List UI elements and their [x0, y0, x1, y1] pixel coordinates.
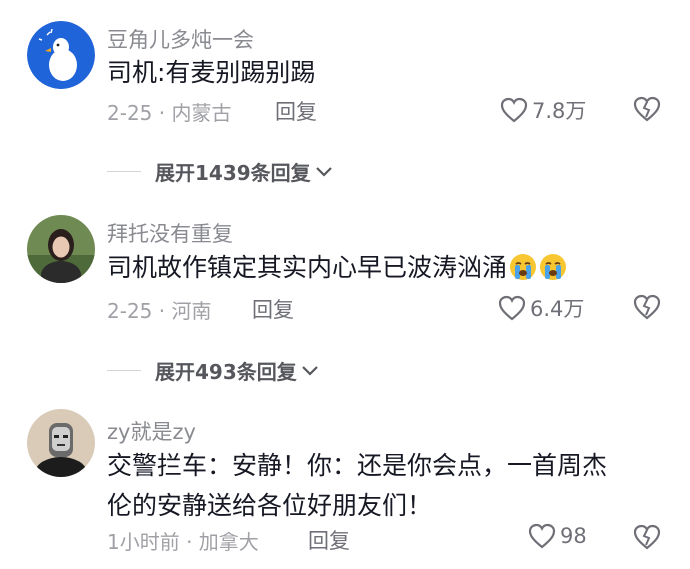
expand-replies-button[interactable]: 展开493条回复: [107, 356, 319, 385]
comment-text-line: 交警拦车：安静！你：还是你会点，一首周杰: [107, 451, 608, 480]
comment-meta: 1小时前 · 加拿大: [107, 530, 259, 554]
crying-face-icon: [540, 254, 567, 280]
expand-replies-button[interactable]: 展开1439条回复: [107, 157, 333, 186]
masked-figure-avatar-icon: [27, 409, 95, 477]
heart-icon: [528, 523, 556, 549]
heart-icon: [498, 295, 526, 321]
heart-icon: [500, 97, 528, 123]
comment-text: 交警拦车：安静！你：还是你会点，一首周杰 伦的安静送给各位好朋友们！: [107, 446, 647, 526]
divider-line: [107, 171, 141, 172]
expand-replies-label: 展开1439条回复: [155, 161, 311, 185]
comment-text: 司机故作镇定其实内心早已波涛汹涌: [107, 248, 647, 288]
comment-text-content: 司机故作镇定其实内心早已波涛汹涌: [107, 253, 508, 282]
comment-text-line: 伦的安静送给各位好朋友们！: [107, 491, 433, 520]
avatar[interactable]: [27, 215, 95, 283]
divider-line: [107, 370, 141, 371]
broken-heart-icon[interactable]: [632, 523, 662, 551]
broken-heart-icon[interactable]: [632, 95, 662, 123]
expand-replies-label: 展开493条回复: [155, 360, 297, 384]
like-button[interactable]: 7.8万: [500, 95, 586, 125]
broken-heart-icon[interactable]: [632, 293, 662, 321]
reply-button[interactable]: 回复: [252, 294, 294, 324]
comment-author[interactable]: 拜托没有重复: [107, 218, 233, 248]
avatar[interactable]: [27, 409, 95, 477]
reply-button[interactable]: 回复: [275, 96, 317, 126]
like-count: 98: [560, 524, 587, 548]
comment-meta: 2-25 · 内蒙古: [107, 101, 232, 125]
crying-face-icon: [510, 254, 537, 280]
comment-meta: 2-25 · 河南: [107, 299, 212, 323]
avatar[interactable]: [27, 21, 95, 89]
comment-text: 司机:有麦别踢别踢: [107, 58, 316, 87]
like-count: 7.8万: [532, 99, 587, 123]
reply-button[interactable]: 回复: [308, 525, 350, 555]
user-photo-avatar-icon: [27, 215, 95, 283]
like-count: 6.4万: [530, 297, 585, 321]
comment-author[interactable]: zy就是zy: [107, 416, 196, 446]
comment-author[interactable]: 豆角儿多炖一会: [107, 24, 254, 54]
like-button[interactable]: 6.4万: [498, 293, 584, 323]
goose-avatar-icon: [27, 21, 95, 89]
like-button[interactable]: 98: [528, 523, 587, 549]
chevron-down-icon: [315, 166, 332, 177]
chevron-down-icon: [301, 365, 318, 376]
